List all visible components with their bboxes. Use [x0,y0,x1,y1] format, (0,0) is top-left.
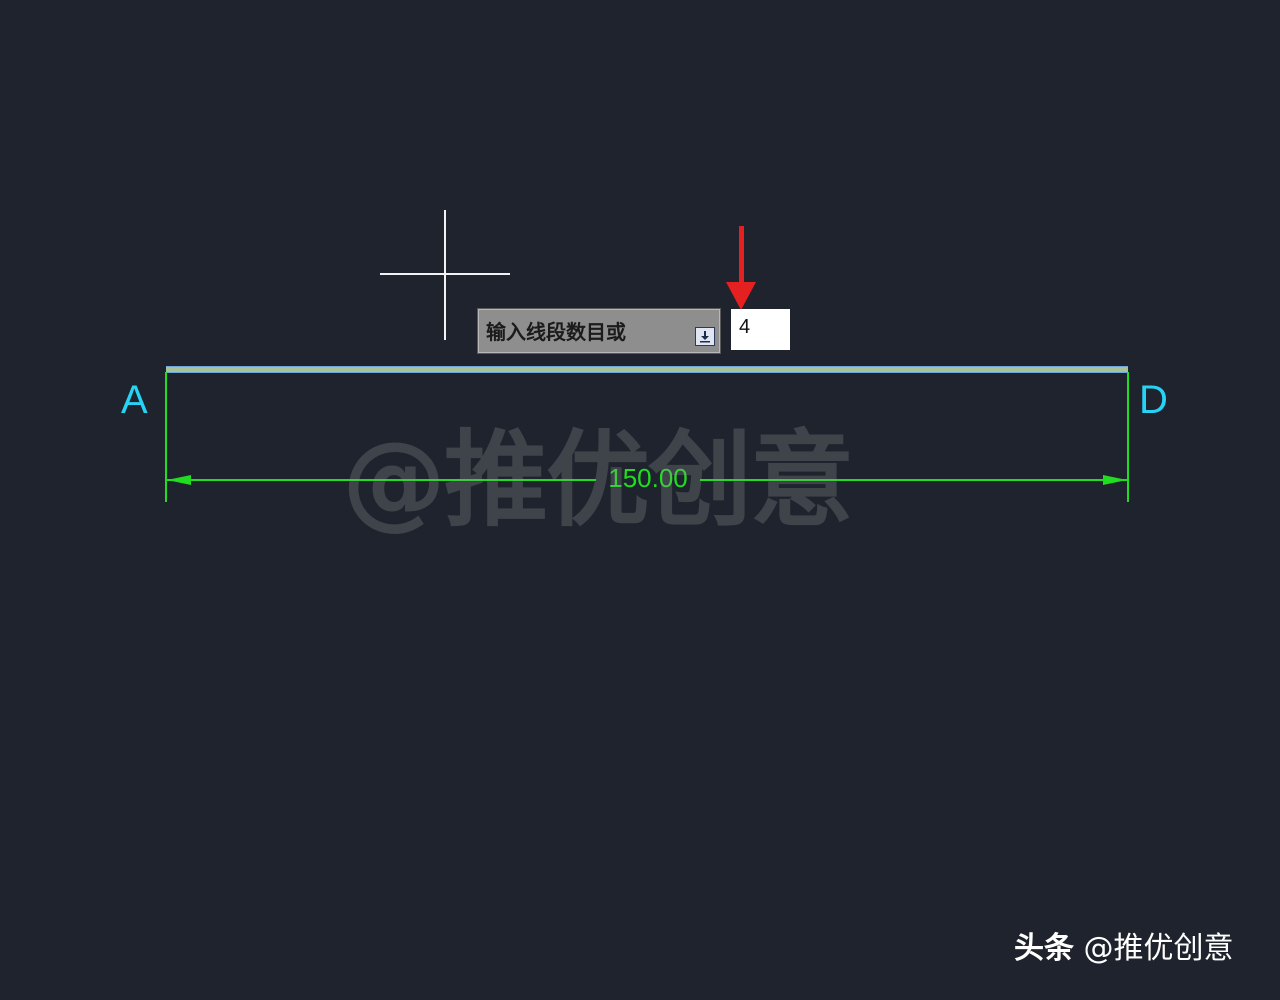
footer-brand: 头条 [1014,931,1074,966]
footer-handle: @推优创意 [1083,931,1234,966]
dimension-arrowhead-left-icon [167,475,191,485]
point-label-a: A [121,378,148,422]
point-label-d: D [1139,378,1168,422]
segment-count-value: 4 [739,316,751,338]
download-arrow-icon[interactable] [695,327,715,346]
command-prompt-tooltip: 输入线段数目或 [477,308,721,354]
dimension-extension-line-right [1127,372,1129,502]
dimension-arrowhead-right-icon [1103,475,1127,485]
annotation-arrow-shaft [739,226,744,284]
red-arrow-down-icon [726,282,756,310]
segment-count-input[interactable]: 4 [731,309,790,350]
command-prompt-text: 输入线段数目或 [486,320,626,344]
line-segment-ad[interactable] [166,367,1128,372]
crosshair-cursor-vertical [444,210,446,340]
cad-drawing-canvas[interactable]: 输入线段数目或 4 A D 150.00 @推优创意 头条 @推优创意 [0,0,1280,1000]
footer-credit: 头条 @推优创意 [1014,934,1234,964]
watermark-text: @推优创意 [342,419,854,541]
